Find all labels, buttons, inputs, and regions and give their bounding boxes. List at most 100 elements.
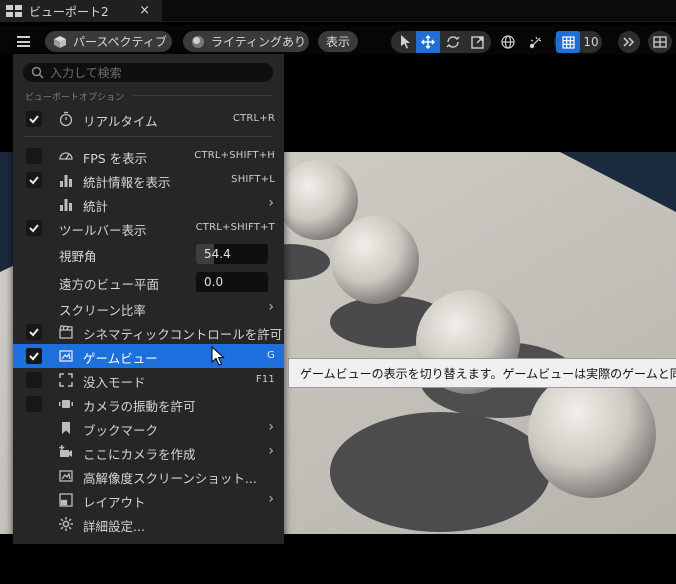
- section-divider: [133, 95, 272, 96]
- menu-item-field-of-view: 視野角 54.4: [13, 242, 284, 266]
- cube-icon: [54, 35, 66, 48]
- menu-item-advanced-settings[interactable]: 詳細設定...: [13, 512, 284, 536]
- cinematic-checkbox[interactable]: [26, 324, 42, 340]
- submenu-arrow-icon: ›: [268, 299, 274, 315]
- fullscreen-icon: [59, 373, 73, 387]
- translate-tool-icon[interactable]: [416, 31, 440, 53]
- menu-item-high-res-screenshot[interactable]: 高解像度スクリーンショット...: [13, 464, 284, 488]
- clapperboard-icon: [59, 325, 73, 339]
- tab-bar: ビューポート2 ×: [0, 0, 676, 22]
- grid-snap-icon[interactable]: [556, 31, 580, 53]
- show-toolbar-checkbox[interactable]: [26, 220, 42, 236]
- menu-item-shortcut: SHIFT+L: [231, 174, 275, 185]
- game-view-icon: [59, 350, 73, 362]
- menu-item-label: ブックマーク: [83, 423, 159, 438]
- search-icon: [31, 66, 44, 79]
- select-tool-icon[interactable]: [393, 31, 417, 53]
- camera-shake-icon: [59, 400, 73, 408]
- camera-shake-checkbox[interactable]: [26, 396, 42, 412]
- menu-item-label: カメラの振動を許可: [83, 399, 196, 414]
- game-view-checkbox[interactable]: [26, 348, 42, 364]
- menu-item-label: 詳細設定...: [83, 519, 145, 534]
- menu-item-label: 統計情報を表示: [83, 175, 171, 190]
- show-label: 表示: [325, 35, 350, 49]
- surface-snap-icon[interactable]: [524, 31, 548, 53]
- grid-size-value[interactable]: 10: [581, 31, 601, 53]
- far-plane-value: 0.0: [204, 275, 224, 289]
- menu-item-bookmarks[interactable]: ブックマーク ›: [13, 416, 284, 440]
- layout-icon: [59, 493, 73, 507]
- lighting-button[interactable]: ライティングあり: [183, 31, 309, 52]
- section-label: ビューポートオプション: [25, 93, 125, 103]
- menu-item-stats[interactable]: 統計 ›: [13, 192, 284, 216]
- submenu-arrow-icon: ›: [268, 491, 274, 507]
- menu-item-shortcut: G: [267, 350, 275, 361]
- submenu-arrow-icon: ›: [268, 443, 274, 459]
- lighting-label: ライティングあり: [211, 35, 307, 49]
- menu-item-allow-cinematic-control[interactable]: シネマティックコントロールを許可: [13, 320, 284, 344]
- tab-divider: [162, 21, 676, 22]
- submenu-arrow-icon: ›: [268, 419, 274, 435]
- menu-item-shortcut: CTRL+SHIFT+H: [194, 150, 275, 161]
- mouse-cursor-icon: [211, 346, 225, 366]
- show-stats-checkbox[interactable]: [26, 172, 42, 188]
- menu-item-label: ゲームビュー: [83, 351, 158, 366]
- menu-item-shortcut: CTRL+R: [232, 113, 275, 124]
- menu-item-screen-percentage[interactable]: スクリーン比率 ›: [13, 296, 284, 320]
- perspective-button[interactable]: パースペクティブ: [45, 31, 172, 52]
- rotate-tool-icon[interactable]: [441, 31, 465, 53]
- far-plane-input[interactable]: 0.0: [196, 272, 268, 292]
- menu-item-show-fps[interactable]: FPS を表示 CTRL+SHIFT+H: [13, 144, 284, 168]
- immersive-checkbox[interactable]: [26, 372, 42, 388]
- gauge-icon: [59, 152, 73, 160]
- bar-chart-icon: [60, 175, 72, 187]
- menu-item-shortcut: CTRL+SHIFT+T: [195, 222, 275, 233]
- gear-icon: [59, 517, 73, 531]
- menu-search[interactable]: [23, 63, 273, 82]
- close-icon[interactable]: ×: [139, 3, 150, 18]
- menu-item-immersive-mode[interactable]: 没入モード F11: [13, 368, 284, 392]
- menu-item-layout[interactable]: レイアウト ›: [13, 488, 284, 512]
- viewport-tab[interactable]: ビューポート2 ×: [0, 0, 162, 22]
- world-space-icon[interactable]: [496, 31, 520, 53]
- more-options-icon[interactable]: [617, 31, 641, 53]
- hamburger-menu-icon[interactable]: [17, 36, 30, 47]
- menu-item-allow-camera-shake[interactable]: カメラの振動を許可: [13, 392, 284, 416]
- menu-item-label: 高解像度スクリーンショット...: [83, 471, 257, 486]
- menu-item-label: FPS を表示: [83, 151, 148, 166]
- show-button[interactable]: 表示: [318, 31, 358, 52]
- menu-item-create-camera-here[interactable]: ここにカメラを作成 ›: [13, 440, 284, 464]
- viewport-grid-icon: [6, 5, 22, 17]
- lit-sphere-icon: [192, 35, 204, 48]
- menu-item-show-toolbar[interactable]: ツールバー表示 CTRL+SHIFT+T: [13, 216, 284, 240]
- scale-tool-icon[interactable]: [465, 31, 489, 53]
- bar-chart-icon: [60, 199, 72, 211]
- viewport-options-menu: ビューポートオプション リアルタイム CTRL+R FPS を表示 CTRL+S…: [13, 54, 284, 544]
- menu-item-label: シネマティックコントロールを許可: [83, 327, 283, 342]
- menu-item-shortcut: F11: [255, 374, 275, 385]
- menu-item-label: 統計: [83, 199, 109, 214]
- viewport-layout-icon[interactable]: [648, 31, 672, 53]
- menu-item-label: 視野角: [59, 249, 97, 264]
- menu-item-label: ここにカメラを作成: [83, 447, 196, 462]
- menu-item-far-view-plane: 遠方のビュー平面 0.0: [13, 270, 284, 294]
- search-input[interactable]: [50, 65, 260, 80]
- submenu-arrow-icon: ›: [268, 195, 274, 211]
- fov-input[interactable]: 54.4: [196, 244, 268, 264]
- bookmark-icon: [62, 422, 70, 434]
- menu-item-realtime[interactable]: リアルタイム CTRL+R: [13, 107, 284, 131]
- game-view-tooltip: ゲームビューの表示を切り替えます。ゲームビューは実際のゲームと同様の: [288, 358, 676, 388]
- camera-add-icon: [59, 445, 72, 457]
- menu-item-label: リアルタイム: [83, 114, 158, 129]
- show-fps-checkbox[interactable]: [26, 148, 42, 164]
- realtime-checkbox[interactable]: [26, 111, 42, 127]
- menu-divider: [23, 136, 272, 137]
- menu-item-show-stats[interactable]: 統計情報を表示 SHIFT+L: [13, 168, 284, 192]
- menu-item-label: 遠方のビュー平面: [59, 277, 160, 292]
- menu-item-label: レイアウト: [83, 495, 146, 510]
- menu-item-game-view[interactable]: ゲームビュー G: [13, 344, 284, 368]
- menu-item-label: 没入モード: [83, 375, 146, 390]
- menu-item-label: ツールバー表示: [59, 223, 147, 238]
- tab-title: ビューポート2: [29, 4, 109, 19]
- perspective-label: パースペクティブ: [73, 35, 167, 49]
